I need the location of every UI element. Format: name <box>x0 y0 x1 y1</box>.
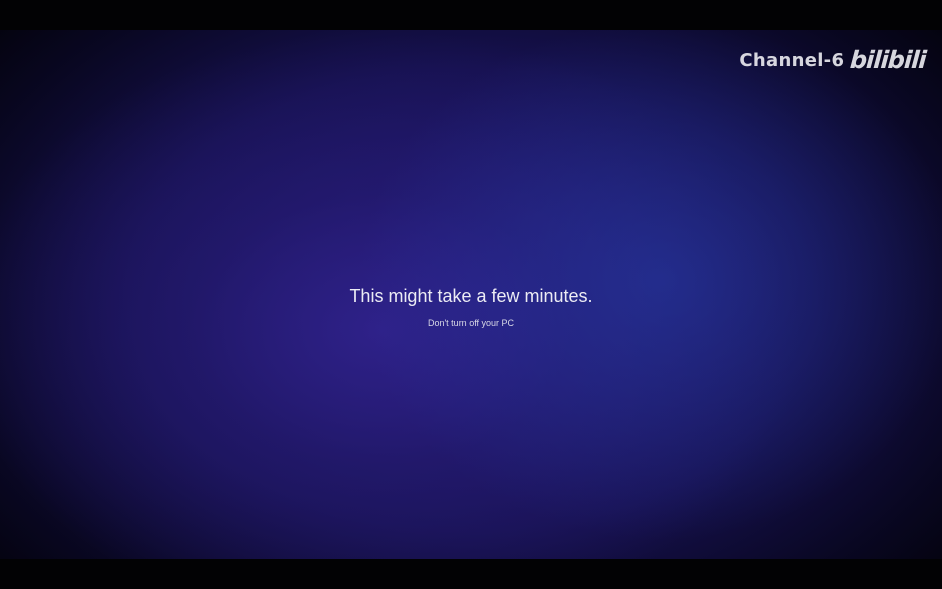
letterbox-bottom <box>0 559 942 589</box>
status-headline: This might take a few minutes. <box>349 286 593 306</box>
bilibili-logo-icon: bilibili <box>849 46 927 74</box>
video-frame: Channel-6 bilibili This might take a few… <box>0 0 942 589</box>
channel-watermark: Channel-6 bilibili <box>739 46 927 74</box>
status-subtext: Don't turn off your PC <box>427 318 515 328</box>
watermark-channel-label: Channel-6 <box>739 49 845 71</box>
status-message: This might take a few minutes. Don't tur… <box>0 285 942 329</box>
setup-screen: Channel-6 bilibili This might take a few… <box>0 30 942 559</box>
letterbox-top <box>0 0 942 30</box>
